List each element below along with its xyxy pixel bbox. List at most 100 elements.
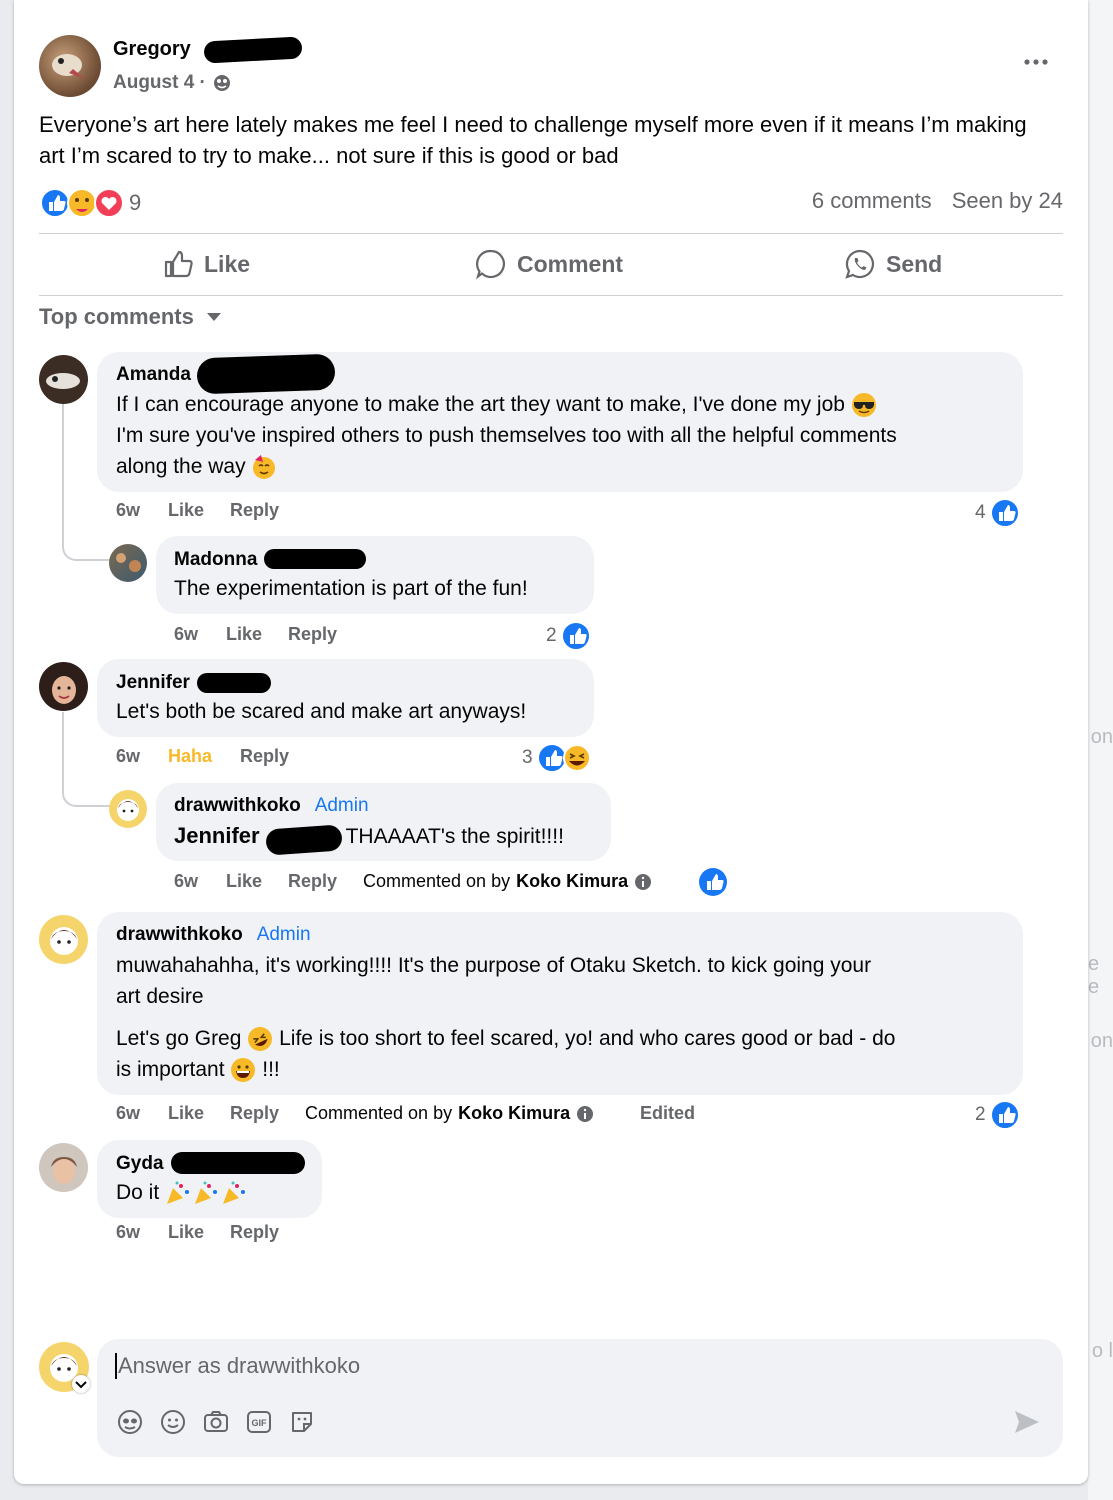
- like-button[interactable]: Like: [162, 248, 250, 280]
- gif-icon[interactable]: GIF: [246, 1409, 272, 1435]
- comments-filter-label: Top comments: [39, 304, 194, 329]
- comment-author[interactable]: Gyda: [116, 1153, 164, 1175]
- comment-input[interactable]: Answer as drawwithkoko: [115, 1353, 360, 1379]
- post-date[interactable]: August 4 ·: [113, 72, 206, 94]
- camera-icon[interactable]: [203, 1409, 229, 1435]
- reply-reply-button[interactable]: Reply: [288, 624, 337, 645]
- commenter-avatar[interactable]: [39, 355, 88, 404]
- comment-button[interactable]: Comment: [475, 248, 623, 280]
- reaction-count: 2: [975, 1104, 986, 1125]
- reply-text-body: THAAAAT's the spirit!!!!: [345, 825, 564, 848]
- comment-input-box[interactable]: Answer as drawwithkoko GIF: [97, 1339, 1063, 1457]
- comment-reaction-count[interactable]: 3: [522, 743, 593, 773]
- comment-like-button[interactable]: Like: [168, 500, 204, 521]
- globe-icon: [213, 75, 230, 91]
- comment-reply-button[interactable]: Reply: [230, 500, 279, 521]
- commented-on-by-name[interactable]: Koko Kimura: [516, 871, 628, 892]
- comment-time[interactable]: 6w: [116, 746, 140, 767]
- redaction-bar: [203, 36, 303, 64]
- comment-time[interactable]: 6w: [116, 500, 140, 521]
- comment-text-line: I'm sure you've inspired others to push …: [116, 424, 897, 447]
- thumbs-up-icon: [164, 250, 193, 278]
- reaction-count: 9: [129, 190, 142, 215]
- like-reaction-icon: [989, 1100, 1020, 1130]
- comment-text: Let's both be scared and make art anyway…: [116, 700, 527, 723]
- comment-reaction-count[interactable]: 2: [975, 1100, 1020, 1130]
- comment-text: If I can encourage anyone to make the ar…: [116, 389, 1016, 482]
- chevron-down-icon: [75, 1381, 87, 1389]
- comment-haha-button[interactable]: Haha: [168, 746, 212, 767]
- comments-count[interactable]: 6 comments: [812, 188, 932, 214]
- comment-text-line: Life is too short to feel scared, yo! an…: [279, 1027, 896, 1050]
- reply-author[interactable]: drawwithkoko: [174, 795, 301, 816]
- whatsapp-icon: [845, 249, 875, 279]
- more-options-icon: [1024, 59, 1048, 65]
- grinning-emoji: [231, 1058, 256, 1083]
- reply-reaction-count[interactable]: 2: [546, 621, 591, 651]
- comment-author[interactable]: drawwithkoko: [116, 924, 243, 945]
- profile-switcher-button[interactable]: [72, 1375, 90, 1393]
- reply-like-button[interactable]: Like: [226, 624, 262, 645]
- comment-time[interactable]: 6w: [116, 1222, 140, 1243]
- avatar-image: [46, 373, 80, 389]
- emoji-icon[interactable]: [160, 1409, 186, 1435]
- commented-on-by-prefix: Commented on by: [363, 871, 511, 891]
- commenter-avatar[interactable]: [39, 915, 88, 964]
- comment-author[interactable]: Jennifer: [116, 672, 190, 694]
- redaction-bar: [265, 824, 343, 856]
- comment-text-line: If I can encourage anyone to make the ar…: [116, 393, 845, 416]
- avatar-image: [52, 676, 76, 704]
- redaction-bar: [264, 549, 366, 569]
- comment-text: muwahahahha, it's working!!!! It's the p…: [116, 950, 1016, 1085]
- comments-filter[interactable]: Top comments: [39, 304, 222, 330]
- comment-like-button[interactable]: Like: [168, 1222, 204, 1243]
- avatar-image: [116, 553, 141, 572]
- comment-reply-button[interactable]: Reply: [240, 746, 289, 767]
- comment-reaction-count[interactable]: 4: [975, 498, 1020, 528]
- bg-fragment: o l: [1091, 1340, 1113, 1362]
- divider: [39, 295, 1063, 296]
- commenter-avatar[interactable]: [39, 662, 88, 711]
- redaction-bar: [197, 673, 271, 693]
- edited-label[interactable]: Edited: [640, 1103, 695, 1124]
- comment-reply-button[interactable]: Reply: [230, 1103, 279, 1124]
- send-arrow-icon[interactable]: [1013, 1409, 1041, 1435]
- send-button[interactable]: Send: [844, 248, 942, 280]
- info-icon[interactable]: [634, 873, 652, 891]
- post-text: Everyone’s art here lately makes me feel…: [39, 112, 1027, 168]
- comment-reply-button[interactable]: Reply: [230, 1222, 279, 1243]
- comment-text-line: muwahahahha, it's working!!!! It's the p…: [116, 954, 872, 977]
- comment-text-line: !!!: [262, 1058, 280, 1081]
- reply-author[interactable]: Madonna: [174, 549, 257, 571]
- comment-like-button[interactable]: Like: [168, 1103, 204, 1124]
- comment-time[interactable]: 6w: [116, 1103, 140, 1124]
- commented-on-by-name[interactable]: Koko Kimura: [458, 1103, 570, 1124]
- reply-like-button[interactable]: Like: [226, 871, 262, 892]
- mention-tag[interactable]: Jennifer: [174, 823, 260, 848]
- bg-fragment: on: [1090, 1030, 1113, 1052]
- divider: [39, 233, 1063, 234]
- reaction-summary[interactable]: 9: [39, 187, 141, 219]
- reply-time[interactable]: 6w: [174, 871, 198, 892]
- author-avatar[interactable]: [39, 35, 101, 97]
- commenter-avatar[interactable]: [109, 544, 147, 582]
- reply-reply-button[interactable]: Reply: [288, 871, 337, 892]
- commenter-avatar[interactable]: [39, 1143, 88, 1192]
- post-author-name[interactable]: Gregory: [113, 38, 191, 61]
- avatar-sticker-icon[interactable]: [117, 1409, 143, 1435]
- reaction-count: 4: [975, 502, 986, 523]
- like-reaction-icon: [989, 498, 1020, 528]
- sticker-icon[interactable]: [289, 1409, 315, 1435]
- post-meta: August 4 ·: [113, 72, 232, 94]
- caret-down-icon: [206, 313, 221, 321]
- seen-by[interactable]: Seen by 24: [952, 188, 1063, 214]
- comment-author-row: drawwithkoko Admin: [116, 924, 311, 946]
- more-options-button[interactable]: [1023, 50, 1051, 79]
- comment-text-line: art desire: [116, 985, 204, 1008]
- commenter-avatar[interactable]: [109, 790, 147, 828]
- reply-time[interactable]: 6w: [174, 624, 198, 645]
- info-icon[interactable]: [576, 1105, 594, 1123]
- comment-author[interactable]: Amanda: [116, 364, 191, 386]
- comment-text-line: along the way: [116, 455, 246, 478]
- reply-like-reaction[interactable]: [698, 867, 728, 902]
